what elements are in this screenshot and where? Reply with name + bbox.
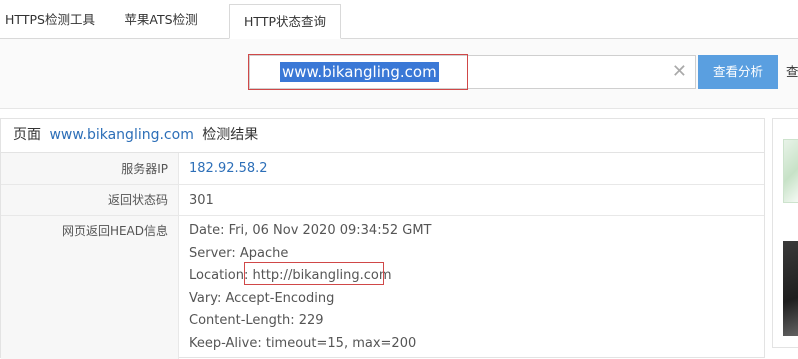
tab-https-check[interactable]: HTTPS检测工具 (0, 0, 100, 38)
tab-ats-check[interactable]: 苹果ATS检测 (111, 0, 211, 38)
result-panel: 页面 www.bikangling.com 检测结果 服务器IP 182.92.… (0, 118, 765, 359)
head-line: Keep-Alive: timeout=15, max=200 (189, 335, 417, 351)
head-line: Vary: Accept-Encoding (189, 290, 335, 306)
status-code-value: 301 (189, 193, 214, 208)
search-band: www.bikangling.com ✕ (0, 39, 798, 109)
annotation-highlight-box (244, 262, 384, 285)
close-icon[interactable]: ✕ (672, 62, 687, 82)
annotation-highlight-box (248, 54, 468, 90)
result-title: 页面 www.bikangling.com 检测结果 (1, 119, 764, 153)
secondary-button[interactable]: 查 (786, 55, 798, 89)
head-line: Date: Fri, 06 Nov 2020 09:34:52 GMT (189, 223, 432, 238)
table-row: 返回状态码 301 (1, 185, 764, 216)
tab-http-status[interactable]: HTTP状态查询 (229, 4, 341, 39)
head-line: Content-Length: 229 (189, 313, 324, 328)
head-info-lines: Date: Fri, 06 Nov 2020 09:34:52 GMT Serv… (189, 220, 431, 355)
tab-bar: HTTPS检测工具 苹果ATS检测 HTTP状态查询 (0, 0, 798, 39)
table-row: 服务器IP 182.92.58.2 (1, 153, 764, 185)
row-label: 网页返回HEAD信息 (1, 216, 179, 359)
result-domain-link[interactable]: www.bikangling.com (49, 127, 193, 143)
side-card (772, 118, 798, 348)
thumbnail-image[interactable] (783, 139, 798, 203)
analyze-button[interactable]: 查看分析 (698, 55, 778, 89)
row-label: 返回状态码 (1, 185, 179, 215)
row-label: 服务器IP (1, 153, 179, 184)
table-row: 网页返回HEAD信息 Date: Fri, 06 Nov 2020 09:34:… (1, 216, 764, 359)
thumbnail-image[interactable] (783, 241, 798, 336)
server-ip-value[interactable]: 182.92.58.2 (189, 153, 268, 185)
